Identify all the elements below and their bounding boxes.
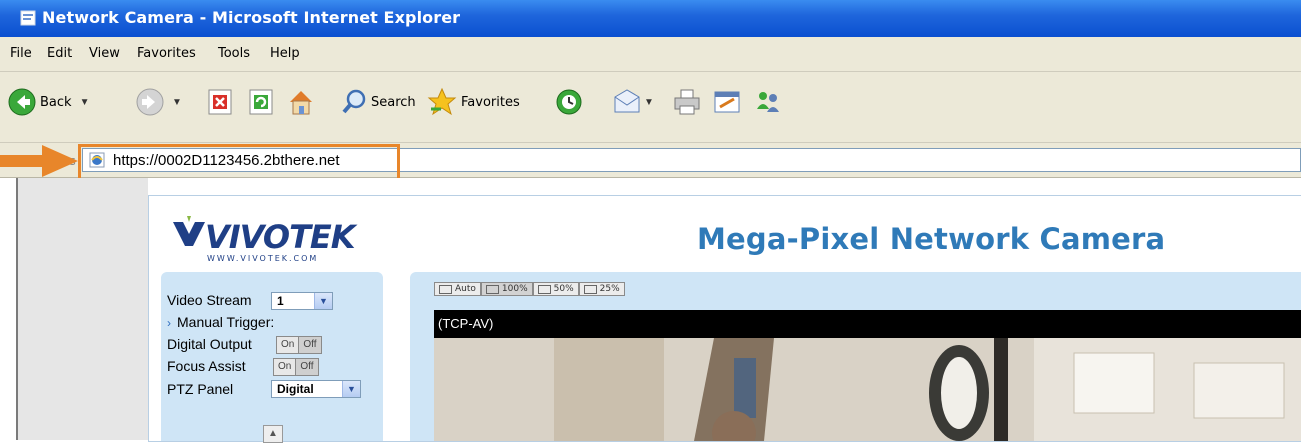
digital-output-toggle[interactable]: On Off — [276, 336, 322, 354]
vivotek-logo: VIVOTEK WWW.VIVOTEK.COM — [171, 214, 356, 264]
menu-favorites[interactable]: Favorites — [137, 46, 196, 61]
zoom-controls: Auto 100% 50% 25% — [434, 282, 625, 296]
manual-trigger-label: Manual Trigger: — [177, 314, 275, 330]
video-stream-view[interactable] — [434, 338, 1301, 441]
screen-icon — [537, 284, 551, 294]
chevron-down-icon: ▼ — [342, 381, 360, 397]
zoom-50-button[interactable]: 50% — [532, 282, 579, 296]
focus-assist-on[interactable]: On — [274, 359, 297, 375]
zoom-auto-label: Auto — [455, 284, 476, 294]
screen-icon — [439, 284, 452, 294]
ie-app-icon — [20, 10, 36, 26]
search-button[interactable]: Search — [341, 86, 416, 118]
manual-trigger[interactable]: › Manual Trigger: — [167, 314, 274, 330]
camera-page: VIVOTEK WWW.VIVOTEK.COM Mega-Pixel Netwo… — [148, 195, 1301, 443]
video-header: (TCP-AV) — [434, 310, 1301, 338]
page-content: VIVOTEK WWW.VIVOTEK.COM Mega-Pixel Netwo… — [16, 178, 1301, 443]
history-icon[interactable] — [554, 86, 584, 118]
menu-bar: File Edit View Favorites Tools Help — [0, 37, 1301, 72]
chevron-down-icon[interactable]: ▼ — [172, 97, 182, 108]
digital-output-off[interactable]: Off — [299, 337, 321, 353]
protocol-label: (TCP-AV) — [438, 316, 494, 331]
chevron-down-icon: ▼ — [314, 293, 332, 309]
highlight-arrow-icon — [0, 145, 78, 177]
video-frame-image — [434, 338, 1301, 441]
ptz-up-button[interactable]: ▲ — [263, 425, 283, 443]
menu-tools[interactable]: Tools — [218, 46, 250, 61]
back-button[interactable]: Back ▼ — [8, 86, 89, 118]
zoom-100-button[interactable]: 100% — [480, 282, 533, 296]
page-margin — [18, 178, 148, 440]
digital-output-on[interactable]: On — [277, 337, 300, 353]
digital-output-label: Digital Output — [167, 336, 252, 352]
zoom-50-label: 50% — [553, 284, 574, 294]
search-label: Search — [371, 94, 416, 110]
focus-assist-label: Focus Assist — [167, 358, 246, 374]
messenger-icon[interactable] — [753, 86, 783, 118]
zoom-25-label: 25% — [599, 284, 620, 294]
screen-icon — [485, 284, 499, 294]
menu-view[interactable]: View — [89, 46, 120, 61]
screen-icon — [583, 284, 597, 294]
forward-button[interactable]: ▼ — [136, 86, 182, 118]
video-stream-select[interactable]: 1 ▼ — [271, 292, 333, 310]
focus-assist-toggle[interactable]: On Off — [273, 358, 319, 376]
mail-button[interactable]: ▼ — [612, 86, 654, 118]
refresh-icon[interactable] — [247, 86, 275, 118]
forward-arrow-icon — [136, 88, 164, 116]
zoom-100-label: 100% — [501, 284, 528, 294]
video-stream-value: 1 — [277, 294, 284, 308]
window-title: Network Camera - Microsoft Internet Expl… — [42, 8, 461, 27]
back-arrow-icon — [8, 88, 36, 116]
menu-edit[interactable]: Edit — [47, 46, 72, 61]
zoom-auto-button[interactable]: Auto — [434, 282, 481, 296]
home-icon[interactable] — [286, 86, 316, 118]
favorites-label: Favorites — [461, 94, 520, 110]
zoom-25-button[interactable]: 25% — [578, 282, 625, 296]
print-icon[interactable] — [672, 86, 702, 118]
mail-icon — [614, 89, 640, 113]
logo-text: VIVOTEK — [205, 218, 356, 256]
control-panel: Video Stream 1 ▼ › Manual Trigger: Digita… — [161, 272, 383, 443]
stop-icon[interactable] — [206, 86, 234, 118]
title-bar: Network Camera - Microsoft Internet Expl… — [0, 0, 1301, 37]
ptz-panel-label: PTZ Panel — [167, 381, 234, 397]
chevron-down-icon[interactable]: ▼ — [80, 97, 90, 108]
focus-assist-off[interactable]: Off — [296, 359, 318, 375]
expand-arrow-icon: › — [167, 316, 171, 330]
video-panel: Auto 100% 50% 25% (TCP-AV) — [410, 272, 1301, 441]
ptz-panel-select[interactable]: Digital ▼ — [271, 380, 361, 398]
menu-help[interactable]: Help — [270, 46, 300, 61]
chevron-down-icon[interactable]: ▼ — [644, 97, 654, 108]
url-highlight-box — [78, 144, 400, 182]
edit-icon[interactable] — [712, 86, 742, 118]
star-icon — [427, 87, 457, 116]
back-label: Back — [40, 94, 72, 110]
ptz-panel-value: Digital — [277, 382, 314, 396]
logo-subtext: WWW.VIVOTEK.COM — [207, 254, 319, 263]
favorites-button[interactable]: Favorites — [427, 86, 520, 118]
page-title: Mega-Pixel Network Camera — [697, 222, 1166, 256]
search-icon — [342, 89, 366, 114]
video-stream-label: Video Stream — [167, 292, 252, 308]
toolbar: Back ▼ ▼ Search Favorites ▼ — [0, 72, 1301, 143]
menu-file[interactable]: File — [10, 46, 32, 61]
